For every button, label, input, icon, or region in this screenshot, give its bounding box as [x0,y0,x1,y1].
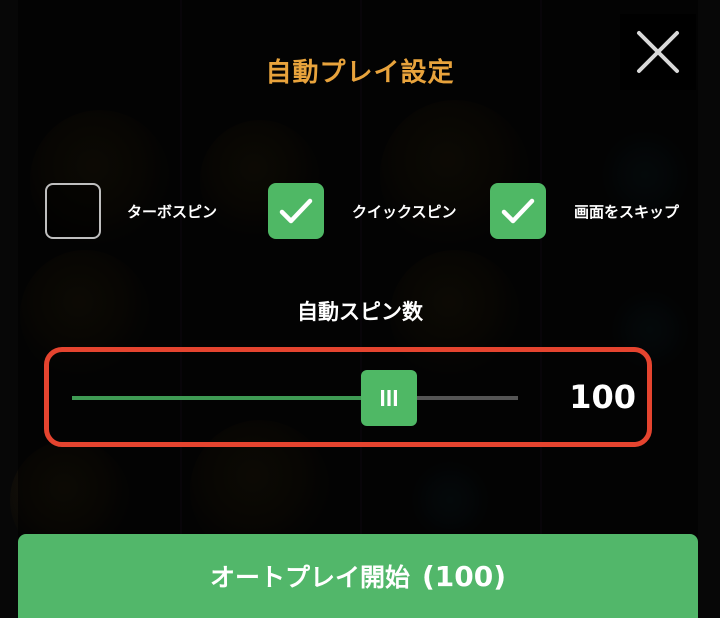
quick-spin-label: クイックスピン [352,202,457,221]
checkmark-icon [501,198,535,224]
close-icon [637,31,679,73]
start-autoplay-count: (100) [421,559,507,593]
skip-screen-label: 画面をスキップ [574,202,680,221]
slider-track-filled [72,396,389,400]
start-autoplay-button[interactable]: オートプレイ開始 (100) [18,534,698,618]
checkmark-icon [279,198,313,224]
spin-count-slider[interactable] [72,370,518,426]
skip-screen-checkbox[interactable] [490,183,546,239]
option-turbo-spin: ターボスピン [45,183,217,239]
spin-count-value: 100 [569,378,636,416]
spin-count-heading: 自動スピン数 [297,300,423,324]
option-quick-spin: クイックスピン [268,183,457,239]
close-button[interactable] [620,14,696,90]
grip-lines-icon [381,390,397,406]
turbo-spin-checkbox[interactable] [45,183,101,239]
quick-spin-checkbox[interactable] [268,183,324,239]
slider-thumb[interactable] [361,370,417,426]
start-autoplay-label: オートプレイ開始 [209,563,410,592]
autoplay-settings-screen: 自動プレイ設定 ターボスピン クイックスピン 画面をスキップ 自動スピン数 10… [0,0,720,618]
dialog-title: 自動プレイ設定 [265,58,455,88]
turbo-spin-label: ターボスピン [127,202,218,221]
option-skip-screen: 画面をスキップ [490,183,679,239]
